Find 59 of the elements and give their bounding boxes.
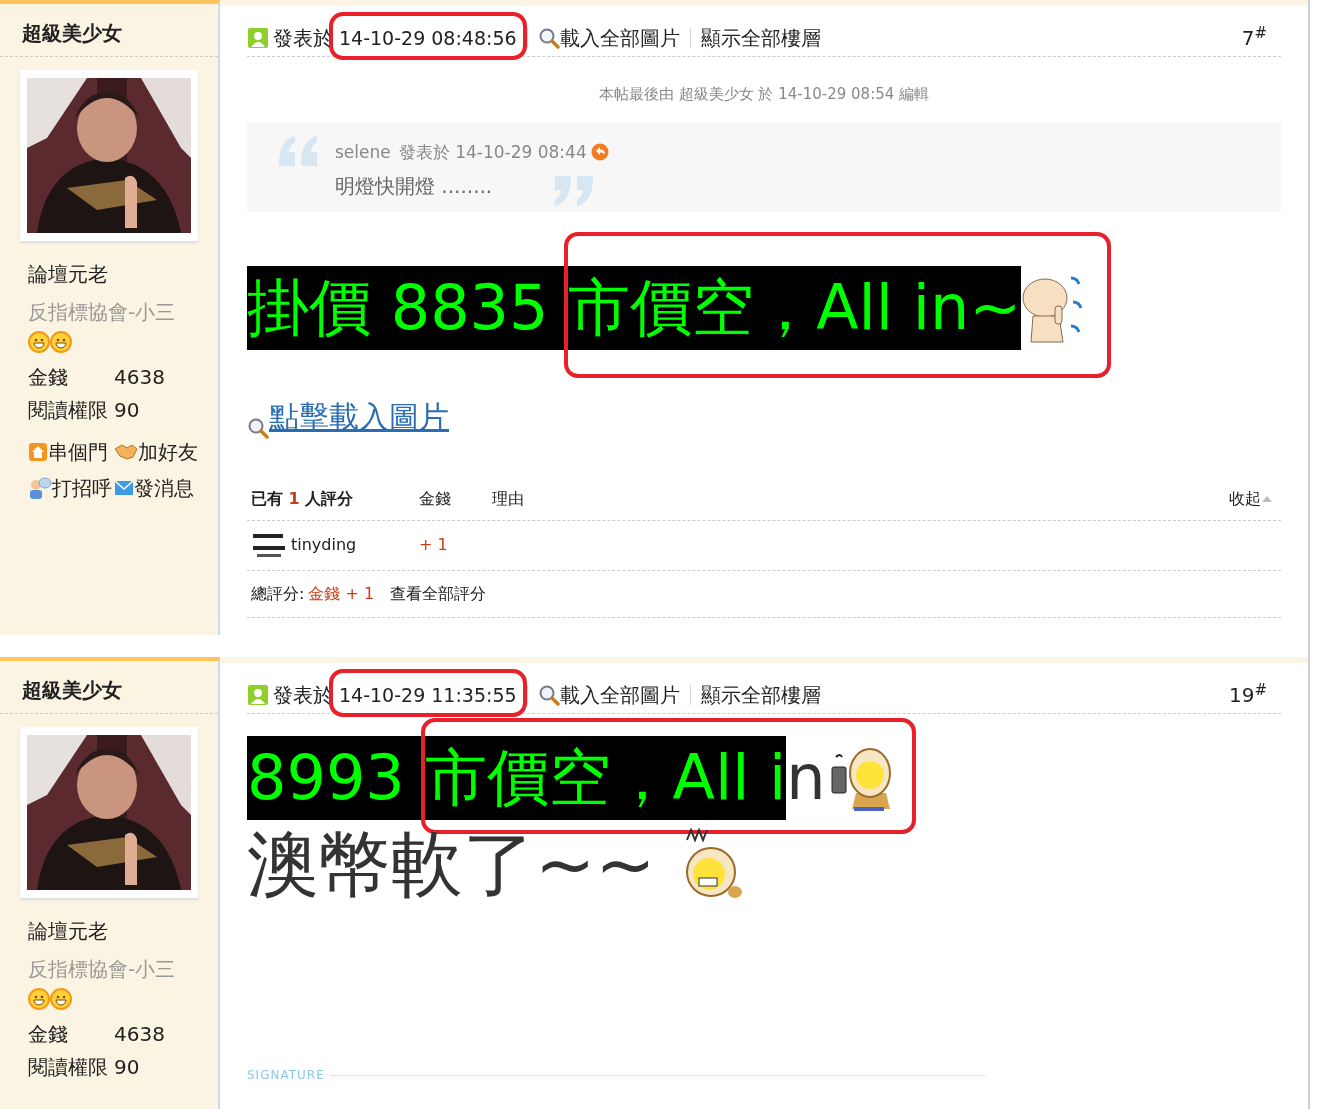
stat-label: 金錢 xyxy=(28,1021,69,1048)
total-value: 金錢 + 1 xyxy=(308,582,375,605)
quote-text: 明燈快開燈 ........ xyxy=(335,173,493,200)
floor-number: 7$^{#}$ xyxy=(1241,23,1267,52)
stat-label: 金錢 xyxy=(28,364,69,391)
post-text: 市價空，All in~ xyxy=(568,265,1022,350)
search-icon xyxy=(247,416,269,439)
action-link[interactable]: 加好友 xyxy=(114,435,198,469)
stat-value: 90 xyxy=(114,1054,140,1081)
reply-icon[interactable] xyxy=(590,143,609,162)
smiley-icon xyxy=(50,988,72,1010)
author-name[interactable]: 超級美少女 xyxy=(0,661,218,714)
total-label: 總評分: xyxy=(251,582,305,605)
quote-time: 發表於 14-10-29 08:44 xyxy=(398,140,587,164)
post-text: 澳幣軟了~~ xyxy=(247,821,657,908)
post-text: n xyxy=(786,740,826,816)
smiley-icon xyxy=(28,331,50,353)
mail-icon xyxy=(114,480,134,496)
author-name[interactable]: 超級美少女 xyxy=(0,4,218,57)
user-icon xyxy=(247,684,269,706)
rank-title: 論壇元老 xyxy=(28,918,109,945)
smiley-icon xyxy=(28,988,50,1010)
post-timestamp: 14-10-29 11:35:55 xyxy=(339,680,517,710)
rating-value: + 1 xyxy=(419,534,449,556)
action-link[interactable]: 打招呼 xyxy=(28,471,114,505)
post-timestamp: 14-10-29 08:48:56 xyxy=(339,23,517,53)
floor-number: 19$^{#}$ xyxy=(1228,680,1267,709)
stat-value: 90 xyxy=(114,397,140,424)
user-group: 反指標協會-小三 xyxy=(28,954,218,984)
stat-value: 4638 xyxy=(114,364,165,391)
chat-user-icon xyxy=(28,476,52,500)
user-group: 反指標協會-小三 xyxy=(28,297,218,327)
rater-name[interactable]: tinyding xyxy=(291,533,357,557)
stat-value: 4638 xyxy=(114,1021,165,1048)
collapse-link[interactable]: 收起 xyxy=(1229,487,1273,511)
action-link[interactable]: 發消息 xyxy=(114,471,194,505)
rating-count: 已有 1 人評分 xyxy=(251,488,355,510)
rank-title: 論壇元老 xyxy=(28,261,109,288)
smiley-icon xyxy=(50,331,72,353)
stat-label: 閱讀權限 xyxy=(28,1054,109,1081)
edit-note: 本帖最後由 超級美少女 於 14-10-29 08:54 編輯 xyxy=(597,84,931,105)
load-image-link[interactable]: 點擊載入圖片 xyxy=(269,393,449,439)
stat-label: 閱讀權限 xyxy=(28,397,109,424)
caret-up-icon xyxy=(1261,495,1273,503)
handshake-icon xyxy=(114,443,138,461)
column-header: 理由 xyxy=(492,488,525,510)
signature-label: SIGNATURE xyxy=(247,1067,325,1084)
user-icon xyxy=(247,27,269,49)
load-images-link[interactable]: 載入全部圖片 xyxy=(537,680,680,710)
load-images-link[interactable]: 載入全部圖片 xyxy=(537,23,680,53)
show-all-link[interactable]: 顯示全部樓層 xyxy=(700,680,821,710)
view-all-ratings-link[interactable]: 查看全部評分 xyxy=(390,581,487,606)
column-header: 金錢 xyxy=(419,488,452,510)
show-all-link[interactable]: 顯示全部樓層 xyxy=(700,23,821,53)
home-icon xyxy=(28,442,48,462)
search-icon xyxy=(537,684,560,706)
post-text: 市價空，All i xyxy=(424,736,787,820)
action-link[interactable]: 串個門 xyxy=(28,435,114,469)
search-icon xyxy=(537,27,560,49)
